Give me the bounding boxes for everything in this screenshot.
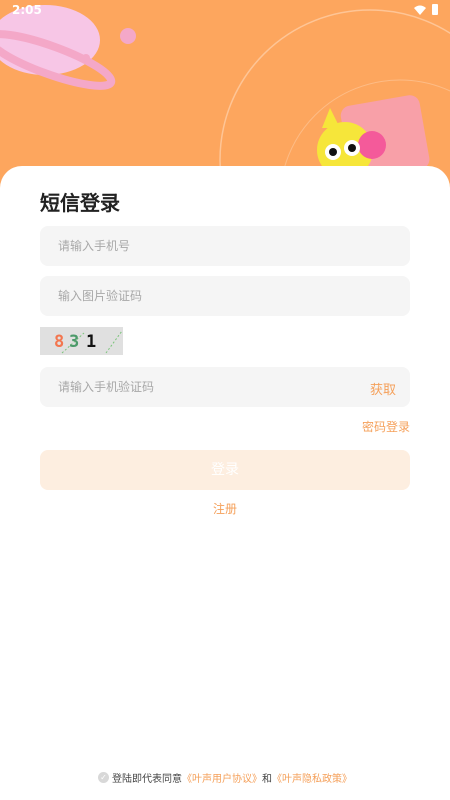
register-link: 注册	[0, 500, 450, 517]
agreement-row: ✓ 登陆即代表同意 《叶声用户协议》 和 《叶声隐私政策》	[0, 770, 450, 785]
sms-code-field: 获取	[40, 367, 410, 407]
get-code-button[interactable]: 获取	[370, 379, 396, 398]
wifi-icon	[414, 5, 426, 15]
checkbox-icon[interactable]: ✓	[98, 772, 109, 783]
phone-field	[40, 226, 410, 266]
register-label[interactable]: 注册	[213, 502, 237, 516]
captcha-image[interactable]: 8 3 1	[40, 327, 123, 355]
captcha-char: 3	[69, 332, 80, 352]
agreement-conjunction: 和	[262, 774, 272, 785]
status-icons	[414, 4, 438, 15]
status-time: 2:05	[12, 3, 42, 17]
status-bar: 2:05	[0, 0, 450, 22]
login-card: 短信登录 8 3 1 获取 密码登录 登录 注册 ✓ 登陆即代表同意 《叶声用户…	[0, 166, 450, 800]
captcha-char: 8	[54, 332, 65, 352]
password-login-link[interactable]: 密码登录	[362, 418, 410, 435]
page-title: 短信登录	[40, 191, 120, 215]
user-agreement-link[interactable]: 《叶声用户协议》	[182, 770, 262, 785]
agreement-prefix: 登陆即代表同意	[112, 774, 182, 785]
image-code-input[interactable]	[40, 276, 358, 316]
image-code-field	[40, 276, 410, 316]
battery-icon	[432, 4, 438, 15]
phone-input[interactable]	[40, 226, 358, 266]
privacy-policy-link[interactable]: 《叶声隐私政策》	[272, 770, 352, 785]
sms-code-input[interactable]	[40, 367, 358, 407]
login-button[interactable]: 登录	[40, 450, 410, 490]
captcha-char: 1	[86, 332, 97, 352]
